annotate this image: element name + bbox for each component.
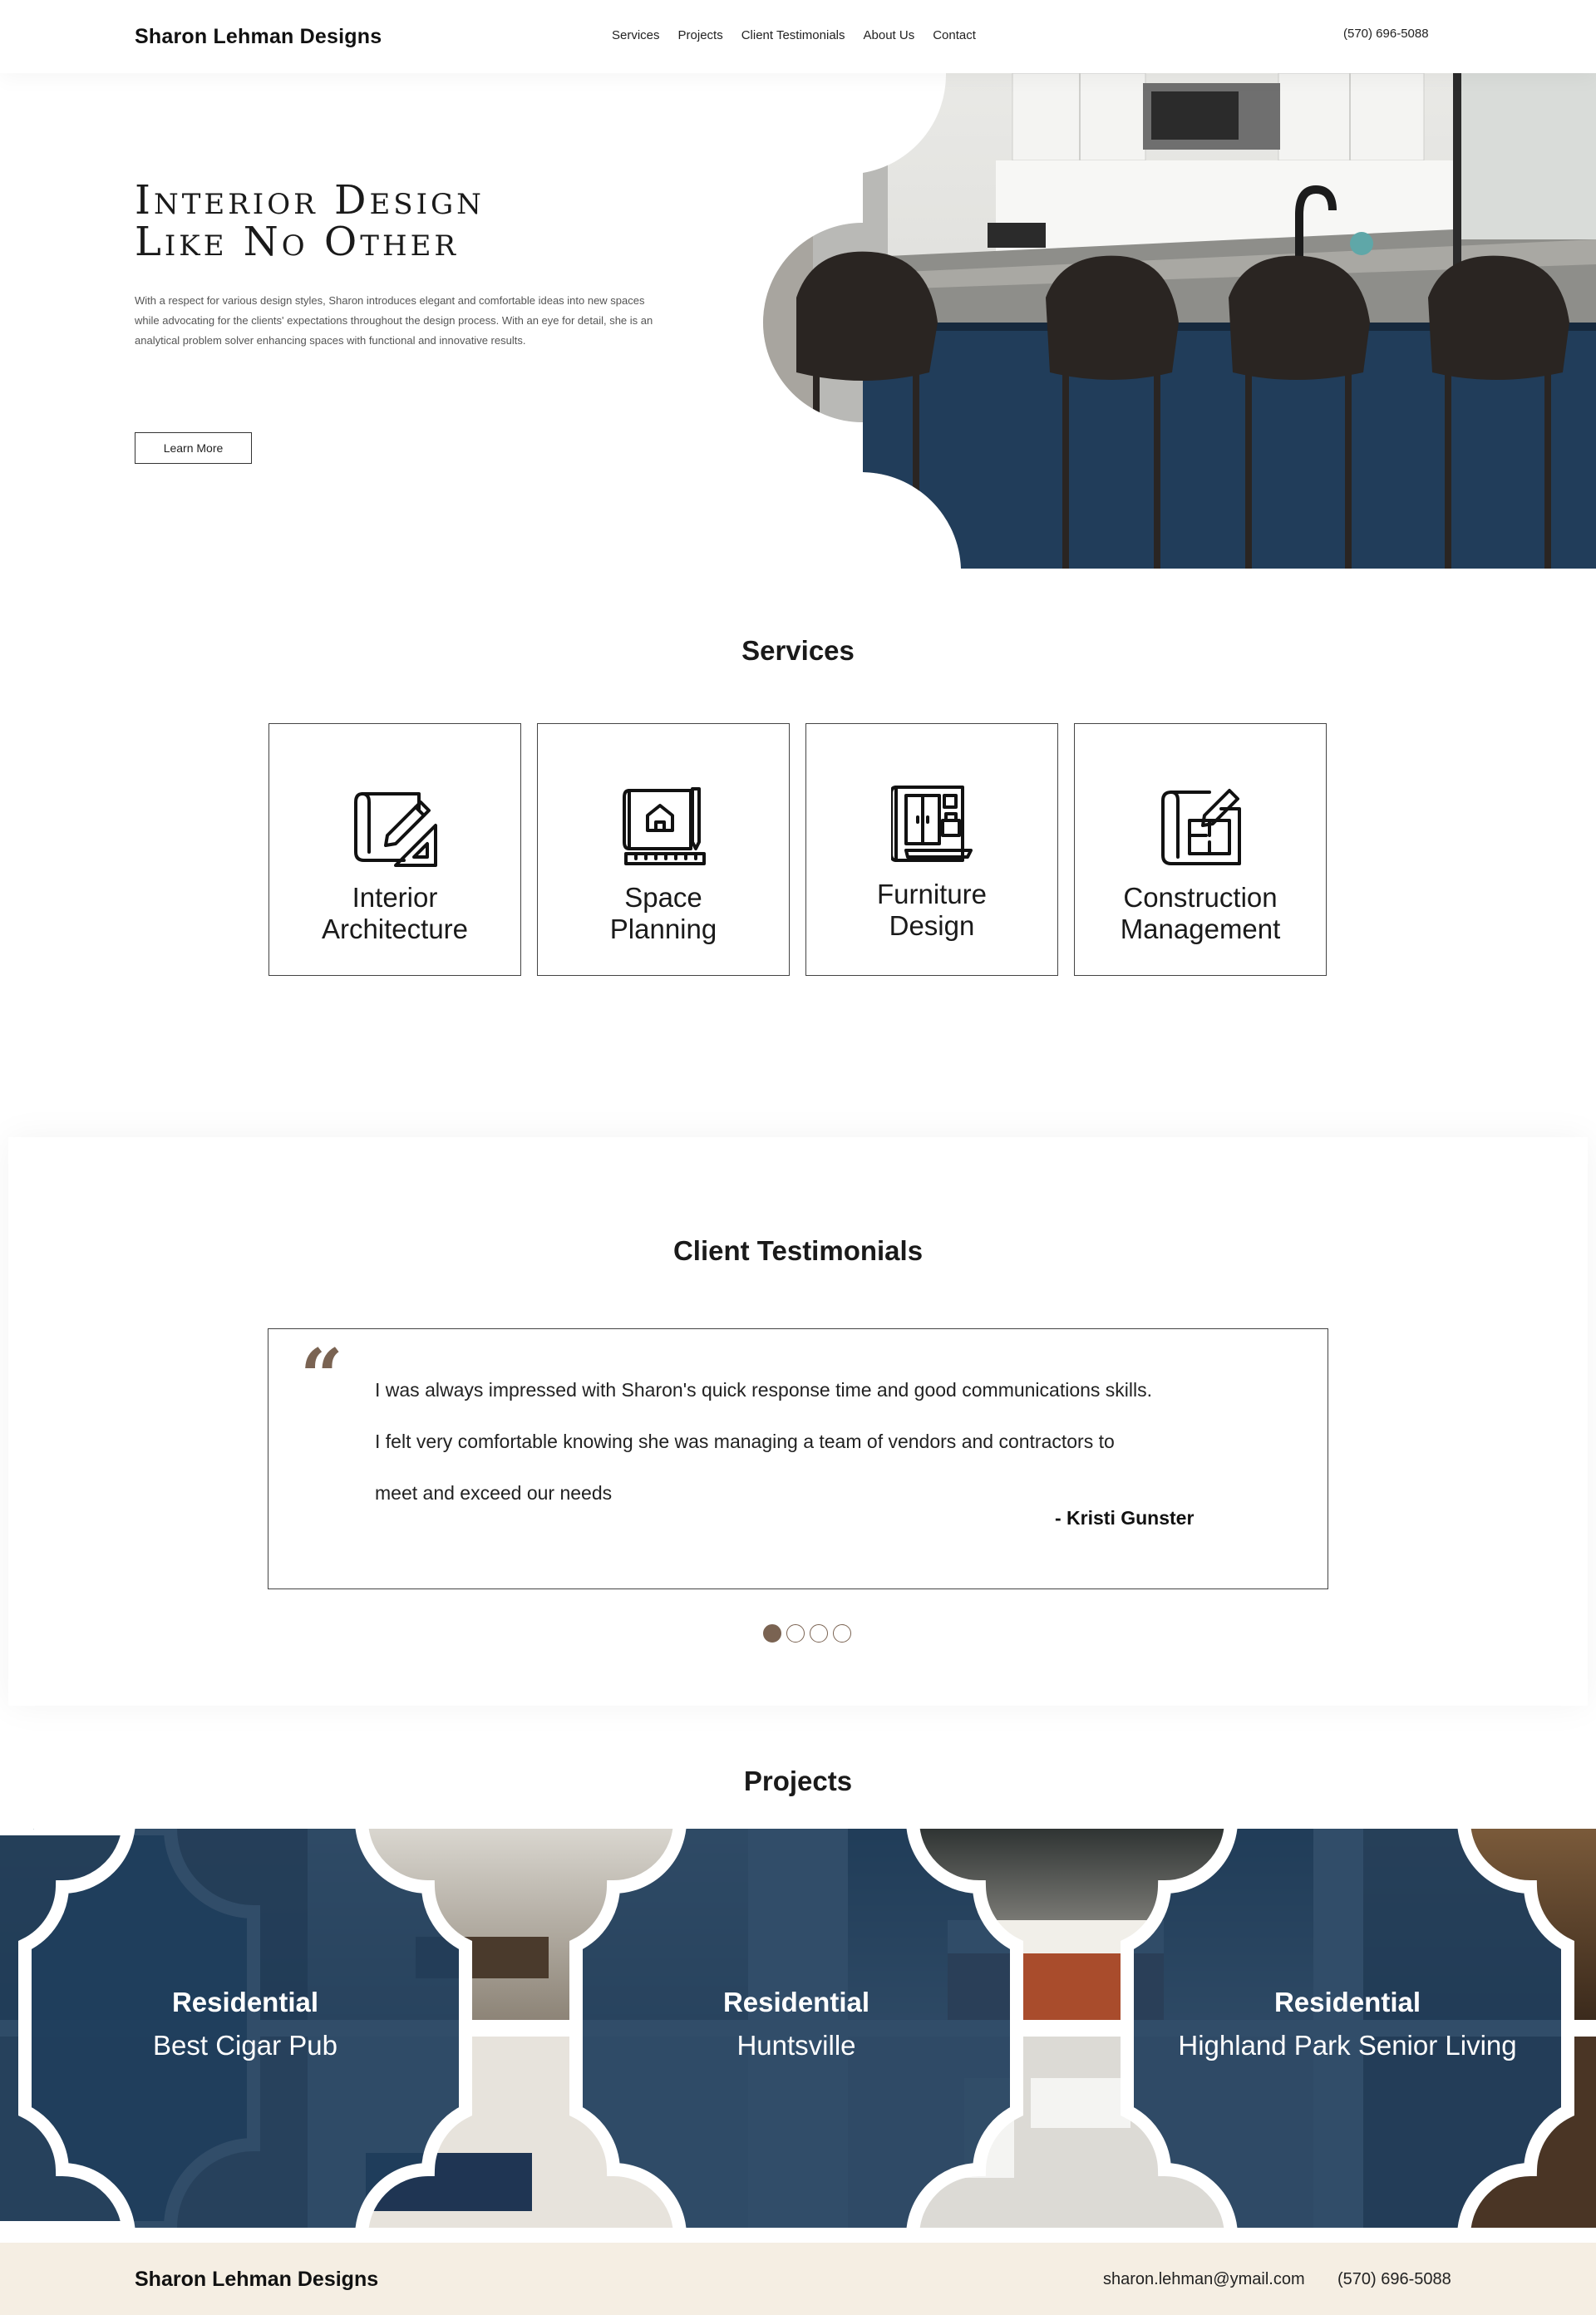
service-label-line1: Furniture [876,879,988,909]
service-label-line2: Architecture [321,914,469,944]
carousel-dot-4[interactable] [833,1624,851,1643]
footer-brand[interactable]: Sharon Lehman Designs [135,2268,378,2292]
testimonial-card: “ I was always impressed with Sharon's q… [268,1328,1328,1589]
floor-plan-icon [1161,789,1241,865]
service-label: Interior Architecture [269,882,520,945]
service-label-line2: Planning [609,914,717,944]
project-name: Huntsville [736,2030,856,2061]
hero-kitchen-image [763,73,1596,569]
header-phone[interactable]: (570) 696-5088 [1343,27,1429,41]
hero-title-line2: Like No Other [135,219,460,265]
testimonials-section: Client Testimonials “ I was always impre… [8,1137,1588,1706]
nav-contact[interactable]: Contact [933,28,976,42]
testimonial-line-1: I was always impressed with Sharon's qui… [375,1379,1153,1401]
cabinet-icon [891,786,973,862]
service-label: Construction Management [1075,882,1326,945]
project-category: Residential [1273,1987,1421,2017]
service-card-furniture-design[interactable]: Furniture Design [805,723,1058,976]
project-name: Best Cigar Pub [153,2030,337,2061]
project-category: Residential [722,1987,870,2017]
hero-title: Interior Design Like No Other [135,180,485,263]
quote-icon: “ [300,1332,343,1421]
services-section: Services Interior Architecture Space Pla… [0,582,1596,1114]
service-label-line2: Design [889,910,975,941]
project-card-huntsville[interactable]: Residential Huntsville [530,1987,1062,2061]
testimonial-line-2: I felt very comfortable knowing she was … [375,1431,1115,1452]
footer-phone[interactable]: (570) 696-5088 [1337,2270,1451,2289]
service-label: Space Planning [538,882,789,945]
carousel-dot-2[interactable] [786,1624,805,1643]
house-plan-icon [623,787,706,865]
hero-title-line1: Interior Design [135,177,485,224]
projects-title: Projects [743,1766,853,1796]
service-card-interior-architecture[interactable]: Interior Architecture [268,723,521,976]
nav-about-us[interactable]: About Us [864,28,915,42]
service-label: Furniture Design [806,879,1057,942]
project-name: Highland Park Senior Living [1178,2030,1517,2061]
site-header: Sharon Lehman Designs Services Projects … [0,0,1596,73]
nav-services[interactable]: Services [612,28,660,42]
site-footer: Sharon Lehman Designs sharon.lehman@ymai… [0,2243,1596,2315]
hero-description: With a respect for various design styles… [135,294,653,347]
testimonial-line-3: meet and exceed our needs [375,1482,613,1504]
testimonials-title: Client Testimonials [672,1235,924,1266]
hero-section: Interior Design Like No Other With a res… [0,73,1596,569]
project-card-best-cigar-pub[interactable]: Residential Best Cigar Pub [0,1987,511,2061]
project-card-highland-park-senior-living[interactable]: Residential Highland Park Senior Living [1081,1987,1596,2061]
service-card-space-planning[interactable]: Space Planning [537,723,790,976]
brand-logo[interactable]: Sharon Lehman Designs [135,25,382,49]
service-label-line1: Interior [352,882,438,913]
learn-more-button[interactable]: Learn More [135,432,252,464]
footer-email[interactable]: sharon.lehman@ymail.com [1103,2270,1305,2289]
service-label-line2: Management [1120,914,1281,944]
nav-client-testimonials[interactable]: Client Testimonials [741,28,845,42]
services-title: Services [741,635,855,666]
service-label-line1: Construction [1123,882,1278,913]
service-card-construction-management[interactable]: Construction Management [1074,723,1327,976]
carousel-dot-1[interactable] [763,1624,781,1643]
carousel-dots [763,1624,851,1643]
testimonial-author: - Kristi Gunster [1055,1507,1195,1529]
nav-projects[interactable]: Projects [678,28,723,42]
service-label-line1: Space [624,882,702,913]
project-category: Residential [171,1987,319,2017]
projects-section: Residential Best Cigar Pub Residential H… [0,1829,1596,2228]
carousel-dot-3[interactable] [810,1624,828,1643]
blueprint-pencil-icon [354,792,437,867]
main-nav: Services Projects Client Testimonials Ab… [612,28,976,42]
